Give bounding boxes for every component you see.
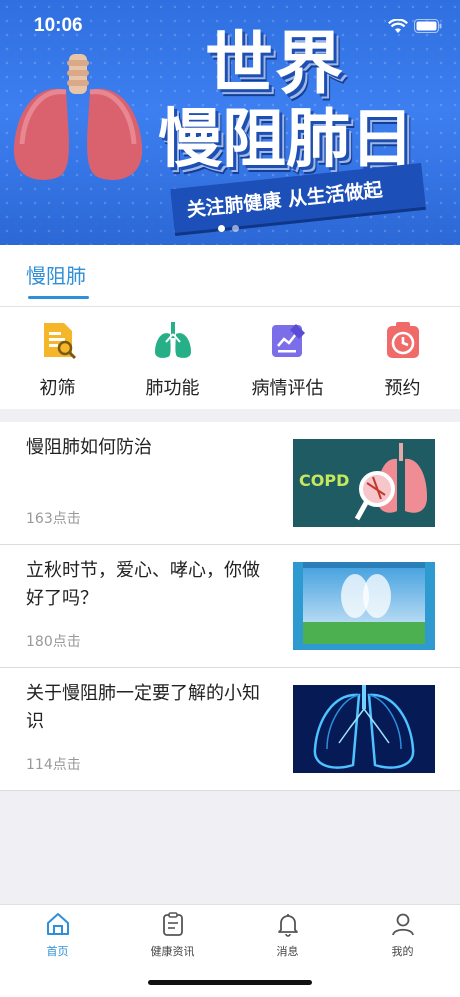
news-thumbnail: COPD <box>293 439 435 527</box>
carousel-dot-2[interactable] <box>232 225 239 232</box>
news-title: 立秋时节，爱心、哮心，你做好了吗？ <box>26 560 260 609</box>
nav-profile[interactable]: 我的 <box>345 911 460 959</box>
news-thumbnail <box>293 685 435 773</box>
banner-title-line2: 慢阻肺日 <box>158 103 414 177</box>
news-title: 关于慢阻肺一定要了解的小知识 <box>26 683 260 732</box>
function-label: 肺功能 <box>145 378 200 399</box>
status-time: 10:06 <box>34 15 83 36</box>
nav-health-news[interactable]: 健康资讯 <box>115 911 230 959</box>
function-label: 病情评估 <box>251 378 324 399</box>
function-lung[interactable]: 肺功能 <box>115 318 230 400</box>
divider <box>0 306 460 307</box>
carousel-indicator <box>218 225 239 232</box>
nav-label: 健康资讯 <box>150 945 195 958</box>
status-bar: 10:06 <box>0 0 460 50</box>
news-list: 慢阻肺如何防治 163点击 COPD 立秋时节，爱心、哮心，你做好了吗？ 180… <box>0 422 460 791</box>
news-item[interactable]: 慢阻肺如何防治 163点击 COPD <box>0 422 460 545</box>
nav-label: 我的 <box>391 945 414 958</box>
nav-messages[interactable]: 消息 <box>230 911 345 959</box>
function-appointment[interactable]: 预约 <box>345 318 460 400</box>
news-clicks: 180点击 <box>26 634 81 650</box>
screening-doc-icon <box>43 323 76 360</box>
function-screening[interactable]: 初筛 <box>0 318 115 400</box>
carousel-dot-1[interactable] <box>218 225 225 232</box>
nav-label: 首页 <box>46 945 69 958</box>
lungs-icon <box>154 322 191 358</box>
news-title: 慢阻肺如何防治 <box>26 437 152 458</box>
home-indicator <box>148 980 312 985</box>
news-item[interactable]: 关于慢阻肺一定要了解的小知识 114点击 <box>0 668 460 791</box>
tab-copd[interactable]: 慢阻肺 <box>26 260 86 289</box>
battery-icon <box>414 19 442 33</box>
nav-label: 消息 <box>276 945 299 958</box>
news-clicks: 163点击 <box>26 511 81 527</box>
lungs-illustration <box>13 54 143 180</box>
news-item[interactable]: 立秋时节，爱心、哮心，你做好了吗？ 180点击 <box>0 545 460 668</box>
bell-icon <box>277 914 298 937</box>
news-thumbnail <box>293 562 435 650</box>
nav-home[interactable]: 首页 <box>0 911 115 959</box>
wifi-icon <box>388 19 408 33</box>
home-icon <box>46 913 69 935</box>
function-assessment[interactable]: 病情评估 <box>230 318 345 400</box>
news-clicks: 114点击 <box>26 757 81 773</box>
function-label: 预约 <box>384 378 421 399</box>
clipboard-icon <box>162 912 183 936</box>
tab-underline <box>28 296 89 299</box>
user-icon <box>391 913 414 936</box>
appointment-clock-icon <box>386 322 419 358</box>
assessment-chart-icon <box>271 324 305 357</box>
thumbnail-copd-text: COPD <box>299 471 349 490</box>
function-label: 初筛 <box>39 378 76 399</box>
